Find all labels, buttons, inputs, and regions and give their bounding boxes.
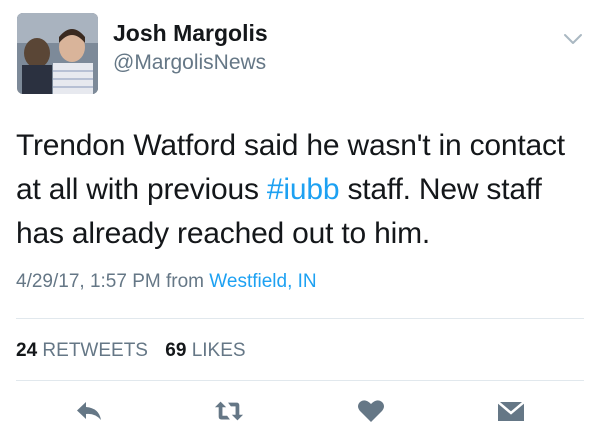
reply-button[interactable] (74, 398, 104, 424)
avatar[interactable] (17, 13, 98, 94)
retweets-count: 24 (16, 340, 38, 361)
envelope-icon (497, 401, 525, 421)
retweets-stat[interactable]: 24 RETWEETS (16, 340, 148, 361)
likes-label: LIKES (191, 340, 246, 361)
hashtag-link[interactable]: #iubb (267, 173, 340, 206)
divider-top (16, 318, 584, 319)
retweet-button[interactable] (214, 398, 244, 424)
timestamp[interactable]: 4/29/17, 1:57 PM (16, 271, 161, 292)
retweet-icon (214, 401, 244, 421)
tweet-text: Trendon Watford said he wasn't in contac… (16, 124, 588, 256)
direct-message-button[interactable] (496, 398, 526, 424)
divider-bottom (16, 380, 584, 381)
author-handle[interactable]: @MargolisNews (113, 51, 266, 75)
tweet-text-line-2-end: staff. New staff (339, 173, 542, 206)
author-display-name[interactable]: Josh Margolis (113, 20, 268, 47)
heart-icon (358, 400, 384, 422)
like-button[interactable] (356, 398, 386, 424)
location-link[interactable]: Westfield, IN (209, 271, 316, 292)
chevron-down-icon[interactable] (562, 32, 584, 46)
likes-count: 69 (165, 340, 187, 361)
from-label: from (166, 271, 204, 292)
tweet-meta: 4/29/17, 1:57 PM from Westfield, IN (16, 271, 317, 293)
tweet-text-line-1: Trendon Watford said he wasn't in contac… (16, 129, 565, 162)
engagement-stats: 24 RETWEETS 69 LIKES (16, 340, 258, 362)
tweet-text-line-2-start: at all with previous (16, 173, 267, 206)
tweet-text-line-3: has already reached out to him. (16, 217, 431, 250)
tweet-text-line-2: at all with previous #iubb staff. New st… (16, 168, 588, 212)
likes-stat[interactable]: 69 LIKES (165, 340, 245, 361)
retweets-label: RETWEETS (42, 340, 148, 361)
reply-icon (77, 402, 101, 420)
